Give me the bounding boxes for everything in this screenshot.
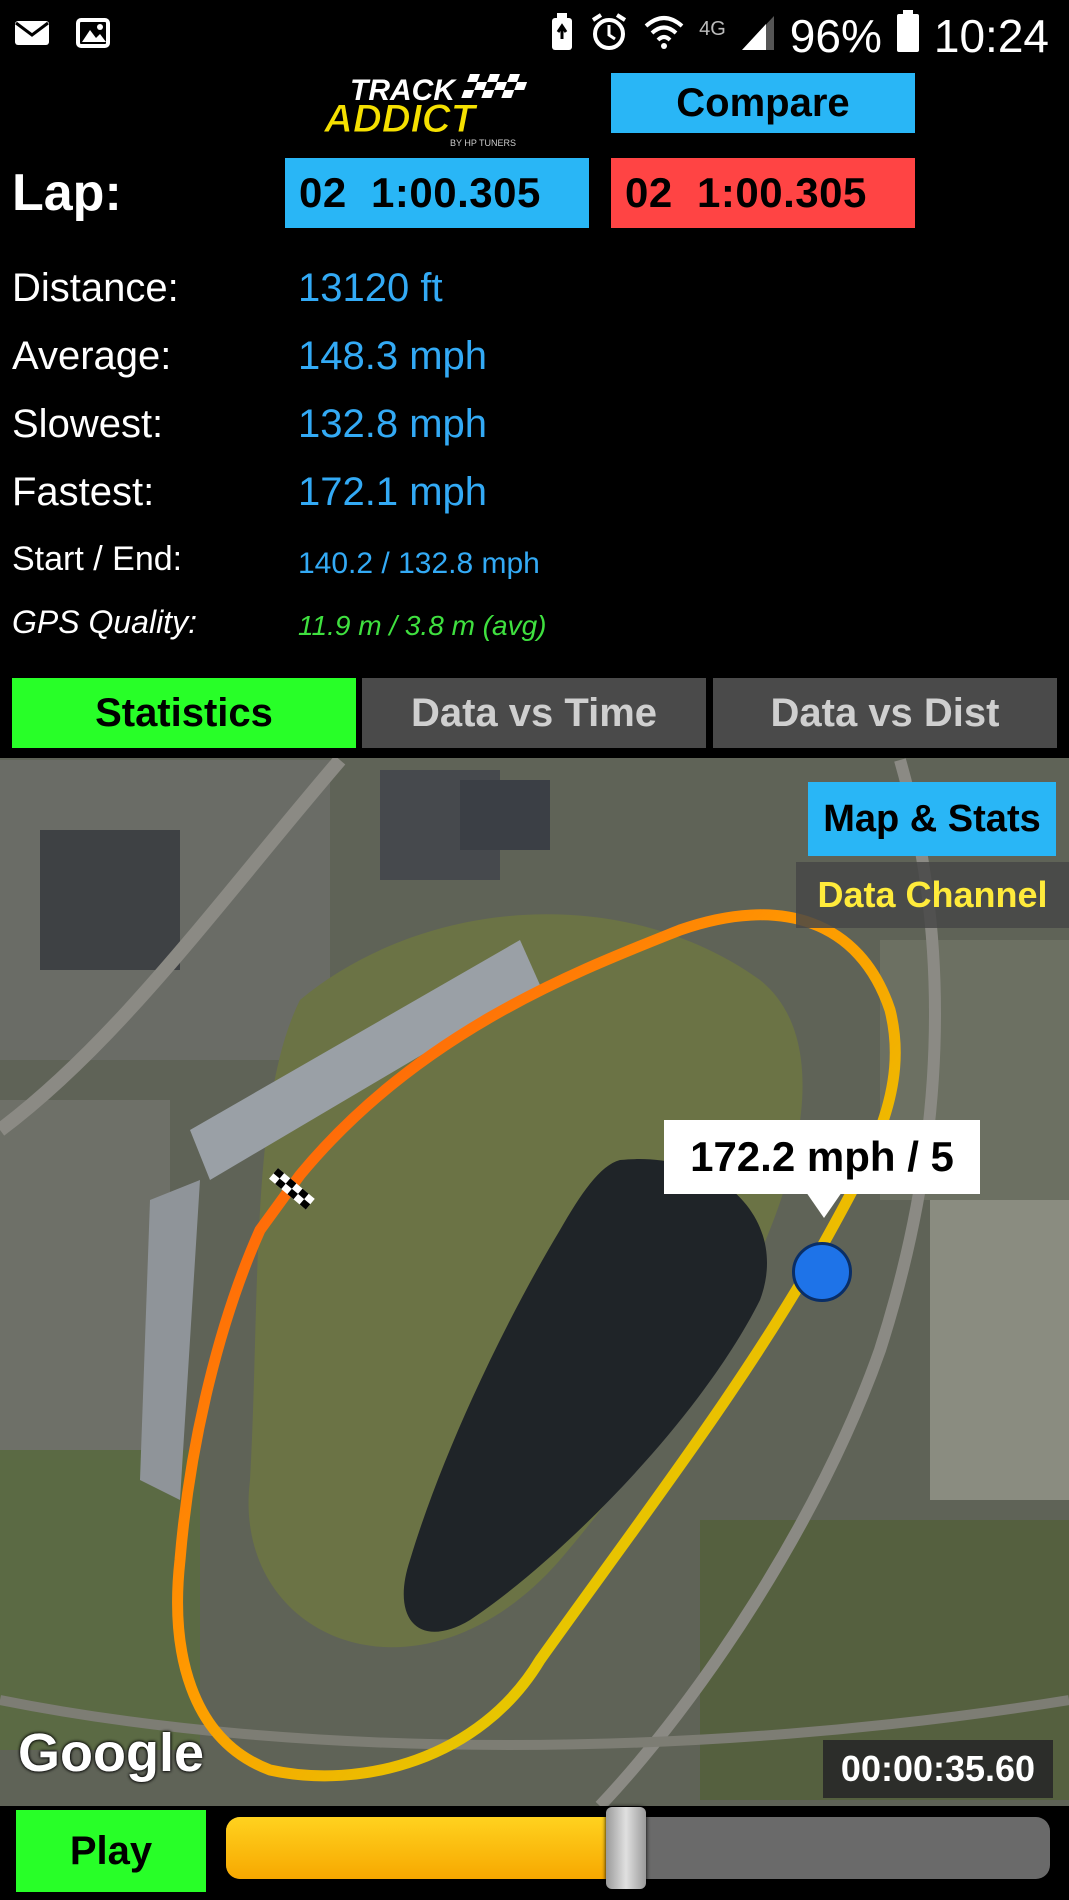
compare-button[interactable]: Compare — [611, 73, 915, 133]
startend-value: 140.2 / 132.8 mph — [298, 547, 540, 580]
logo-subtext: BY HP TUNERS — [450, 138, 516, 148]
status-bar: 4G 96% 10:24 — [0, 0, 1069, 72]
gps-quality-value: 11.9 m / 3.8 m (avg) — [298, 610, 547, 641]
google-logo: Google — [18, 1723, 204, 1783]
data-channel-button[interactable]: Data Channel — [796, 862, 1069, 928]
alarm-icon — [589, 9, 629, 63]
play-button[interactable]: Play — [16, 1810, 206, 1892]
clock-time: 10:24 — [933, 10, 1049, 62]
status-left-icons — [14, 18, 110, 53]
tab-statistics[interactable]: Statistics — [12, 678, 356, 748]
gps-quality-label: GPS Quality: — [12, 604, 197, 640]
mail-icon — [14, 18, 50, 53]
battery-percent: 96% — [789, 10, 882, 62]
image-icon — [76, 18, 110, 53]
average-label: Average: — [12, 334, 172, 378]
playback-slider-fill — [226, 1817, 626, 1879]
slowest-value: 132.8 mph — [298, 402, 488, 446]
status-right: 4G 96% 10:24 — [549, 6, 1049, 66]
speed-tooltip-pointer — [806, 1192, 842, 1218]
4g-icon: 4G — [699, 17, 726, 40]
distance-value: 13120 ft — [298, 266, 443, 310]
distance-label: Distance: — [12, 266, 179, 310]
battery-saver-icon — [549, 9, 575, 63]
fastest-label: Fastest: — [12, 470, 155, 514]
fastest-value: 172.1 mph — [298, 470, 488, 514]
speed-tooltip: 172.2 mph / 5 — [664, 1120, 980, 1194]
car-position-marker[interactable] — [792, 1242, 852, 1302]
lap-label: Lap: — [12, 164, 122, 222]
map-and-stats-button[interactable]: Map & Stats — [808, 782, 1056, 856]
signal-icon — [740, 9, 776, 63]
wifi-icon — [643, 9, 685, 63]
lap-timer: 00:00:35.60 — [823, 1740, 1053, 1798]
tab-data-vs-dist[interactable]: Data vs Dist — [713, 678, 1057, 748]
logo-text-main: ADDICT — [323, 97, 479, 141]
lap-b-selector[interactable]: 02 1:00.305 — [611, 158, 915, 228]
tab-data-vs-time[interactable]: Data vs Time — [362, 678, 706, 748]
playback-slider-thumb[interactable] — [606, 1807, 646, 1889]
trackaddict-logo: TRACK ADDICT BY HP TUNERS — [320, 70, 560, 150]
average-value: 148.3 mph — [298, 334, 488, 378]
lap-a-selector[interactable]: 02 1:00.305 — [285, 158, 589, 228]
slowest-label: Slowest: — [12, 402, 164, 446]
startend-label: Start / End: — [12, 540, 183, 578]
battery-icon — [896, 9, 920, 64]
